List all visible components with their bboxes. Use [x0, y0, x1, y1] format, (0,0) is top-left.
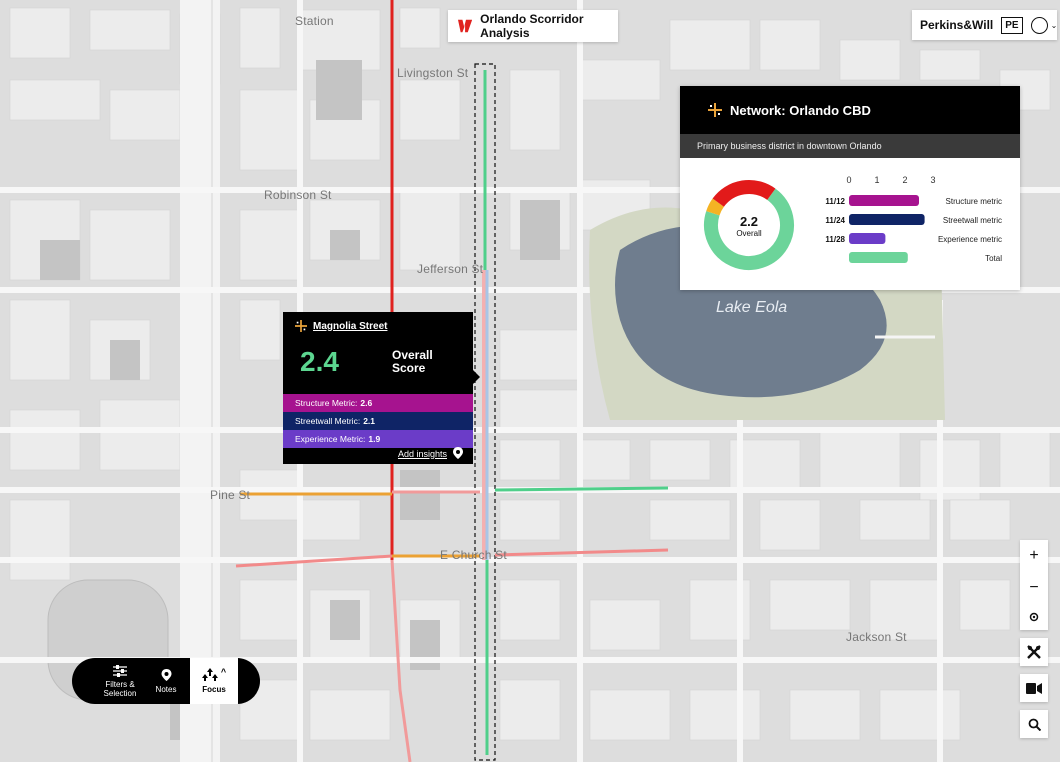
search-button[interactable]: [1020, 710, 1048, 738]
network-icon: [708, 103, 722, 117]
street-icon: [295, 320, 307, 332]
streetwall-metric-value: 2.1: [363, 416, 376, 426]
structure-metric-value: 2.6: [360, 398, 373, 408]
donut-center-label: Overall: [736, 229, 762, 238]
experience-metric-label: Experience Metric:: [295, 434, 366, 444]
notes-button[interactable]: Notes: [150, 658, 182, 704]
street-overall-score: 2.4: [300, 346, 339, 377]
street-score-label: Overall Score: [392, 348, 433, 375]
zoom-controls: + −: [1020, 540, 1048, 630]
metric-category-label: Streetwall metric: [943, 216, 1002, 225]
donut-center-value: 2.2: [739, 214, 759, 229]
donut-slice: [712, 180, 776, 208]
filters-label: Filters & Selection: [103, 679, 137, 698]
donut-slice: [706, 198, 725, 216]
network-description: Primary business district in downtown Or…: [680, 134, 1020, 158]
map-label-livingston: Livingston St: [397, 66, 469, 80]
metric-bar: [849, 195, 919, 206]
structure-metric-label: Structure Metric:: [295, 398, 358, 408]
tools-icon: [1027, 645, 1041, 659]
map-label-robinson: Robinson St: [264, 188, 332, 202]
structure-metric-row: Structure Metric: 2.6: [283, 394, 473, 412]
metric-category-label: Total: [985, 254, 1002, 263]
map-label-lake: Lake Eola: [716, 299, 788, 316]
focus-label: Focus: [202, 685, 226, 694]
location-pin-icon[interactable]: [453, 447, 463, 460]
streetwall-metric-row: Streetwall Metric: 2.1: [283, 412, 473, 430]
map-label-jackson: Jackson St: [846, 630, 907, 644]
x-tick-label: 0: [846, 175, 851, 185]
x-tick-label: 2: [902, 175, 907, 185]
user-initials-badge[interactable]: PE: [1001, 16, 1023, 34]
filters-selection-button[interactable]: Filters & Selection: [92, 658, 148, 704]
map-label-church: E Church St: [440, 548, 507, 562]
map-label-pine: Pine St: [210, 488, 251, 502]
experience-metric-value: 1.9: [368, 434, 381, 444]
firm-name: Perkins&Will: [920, 18, 994, 32]
sliders-icon: [113, 664, 127, 677]
tools-button[interactable]: [1020, 638, 1048, 666]
map-label-station: Station: [295, 14, 334, 28]
profile-icon: [1030, 16, 1048, 34]
profile-menu[interactable]: ⌄: [1030, 16, 1058, 34]
metric-bar: [849, 233, 886, 244]
experience-metric-row: Experience Metric: 1.9: [283, 430, 473, 448]
bottom-dock: Filters & Selection Notes ^ Focus: [72, 658, 260, 704]
focus-button[interactable]: ^ Focus: [190, 658, 238, 704]
metric-count-label: 11/12: [825, 197, 845, 206]
card-pointer: [473, 370, 480, 384]
chevron-down-icon: ⌄: [1050, 20, 1058, 30]
metric-count-label: 11/24: [825, 216, 845, 225]
zoom-in-button[interactable]: +: [1029, 548, 1038, 564]
metric-bar: [849, 214, 925, 225]
chevron-up-icon: ^: [220, 667, 227, 677]
account-bar: Perkins&Will PE ⌄: [912, 10, 1057, 40]
street-name-link[interactable]: Magnolia Street: [313, 321, 387, 332]
network-header: Network: Orlando CBD: [680, 86, 1020, 134]
app-logo-icon: [458, 19, 473, 33]
network-title: Network: Orlando CBD: [730, 102, 871, 118]
locate-icon[interactable]: [1029, 612, 1039, 622]
x-tick-label: 1: [874, 175, 879, 185]
app-title: Orlando Scorridor Analysis: [480, 12, 584, 40]
network-panel: Network: Orlando CBD Primary business di…: [680, 86, 1020, 290]
map-label-jefferson: Jefferson St: [417, 262, 484, 276]
metric-count-label: 11/28: [825, 235, 845, 244]
zoom-out-button[interactable]: −: [1029, 580, 1038, 596]
app-title-card[interactable]: Orlando Scorridor Analysis: [448, 10, 618, 42]
video-camera-icon: [1026, 682, 1042, 694]
search-icon: [1028, 718, 1041, 731]
video-button[interactable]: [1020, 674, 1048, 702]
add-insights-link[interactable]: Add insights: [398, 449, 447, 459]
streetwall-metric-label: Streetwall Metric:: [295, 416, 361, 426]
notes-label: Notes: [155, 684, 177, 694]
metric-category-label: Experience metric: [938, 235, 1002, 244]
street-info-card: Magnolia Street 2.4 Overall Score Struct…: [283, 312, 480, 464]
metric-bar-chart: 0 1 2 3 11/12 Structure metric 11/24 Streetwall…: [825, 175, 1002, 263]
notes-pin-icon: [161, 668, 171, 681]
x-tick-label: 3: [930, 175, 935, 185]
metric-bar: [849, 252, 908, 263]
focus-icon: [201, 668, 218, 681]
metric-category-label: Structure metric: [946, 197, 1002, 206]
